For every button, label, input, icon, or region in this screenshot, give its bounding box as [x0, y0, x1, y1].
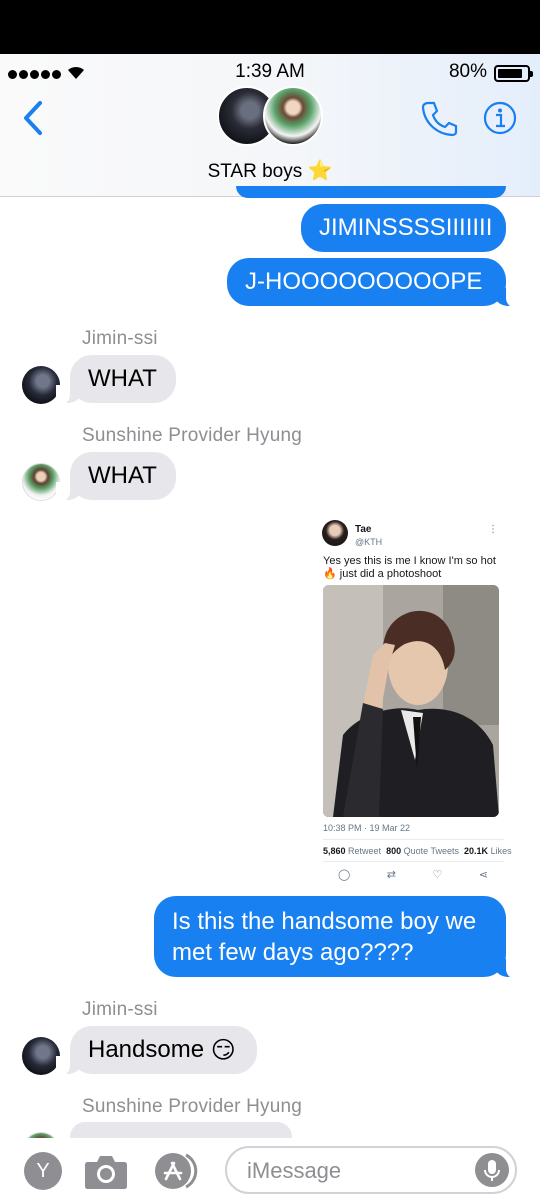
group-name[interactable]: STAR boys ⭐ [0, 158, 540, 183]
message-text: JIMINSSSSIIIIIII [319, 214, 493, 241]
like-count: 20.1K [464, 846, 489, 856]
conversation-header: 1:39 AM 80% STAR boys ⭐ [0, 54, 540, 197]
retweet-count: 5,860 [323, 846, 346, 856]
sender-name: Jimin-ssi [82, 328, 158, 349]
retweet-label: Retweet [348, 846, 382, 856]
sender-name: Jimin-ssi [82, 999, 158, 1020]
message-bubble-incoming: WHAT [56, 452, 176, 502]
message-text-line: met few days ago???? [172, 938, 414, 966]
microphone-glyph [484, 1160, 500, 1181]
tweet-text-line: just did a photoshoot [339, 568, 442, 580]
star-icon: ⭐ [307, 160, 333, 182]
tweet-text: Yes yes this is me I know I'm so hot 🔥 j… [323, 555, 508, 581]
tweet-photo [323, 585, 499, 817]
share-icon: ⋖ [478, 869, 488, 881]
message-bubble-partial [236, 186, 506, 198]
like-label: Likes [490, 846, 512, 856]
avatar [263, 86, 323, 146]
status-bar: 1:39 AM 80% [0, 58, 540, 88]
app-store-icon[interactable] [154, 1152, 202, 1190]
tweet-text-line: Yes yes this is me I know I'm so hot [323, 555, 496, 567]
retweet-icon: ⇄ [386, 869, 396, 881]
message-text-line: Is this the handsome boy we [172, 907, 477, 935]
top-black-bar [0, 0, 540, 54]
group-name-label: STAR boys [207, 161, 303, 182]
battery-icon [494, 65, 533, 82]
message-bubble-incoming: Handsome 😏 [56, 1026, 257, 1076]
app-y-button[interactable]: Y [24, 1152, 62, 1190]
sender-name: Sunshine Provider Hyung [82, 1096, 303, 1117]
message-bubble-incoming: WHAT [56, 355, 176, 405]
battery-percentage: 80% [448, 61, 487, 82]
tweet-author-handle: @KTH [355, 537, 383, 547]
quote-count: 800 [386, 846, 402, 856]
group-avatars[interactable] [217, 86, 325, 148]
avatar[interactable] [22, 366, 60, 404]
tweet-actions: ◯ ⇄ ♡ ⋖ [338, 868, 488, 881]
back-chevron-icon[interactable] [20, 100, 46, 136]
tweet-stats: 5,860 Retweet 800 Quote Tweets 20.1K Lik… [323, 846, 512, 856]
input-placeholder: iMessage [247, 1158, 342, 1183]
fire-emoji-icon: 🔥 [323, 568, 337, 580]
message-text: Handsome [88, 1036, 205, 1063]
quote-label: Quote Tweets [403, 846, 460, 856]
message-bubble-outgoing: JIMINSSSSIIIIIII [301, 204, 506, 252]
tweet-photo-illustration [323, 585, 499, 817]
avatar[interactable] [22, 1037, 60, 1075]
avatar[interactable] [22, 463, 60, 501]
message-bubble-outgoing: Is this the handsome boy we met few days… [154, 896, 520, 979]
tweet-screenshot-image[interactable]: Tae @KTH ⋮ Yes yes this is me I know I'm… [314, 512, 512, 890]
tweet-author-name: Tae [355, 524, 372, 535]
imessage-input[interactable]: iMessage [225, 1146, 517, 1194]
reply-icon: ◯ [338, 869, 351, 881]
divider [323, 861, 504, 862]
phone-icon[interactable] [420, 100, 458, 138]
message-text: WHAT [88, 365, 157, 392]
message-text: WHAT [88, 462, 157, 489]
more-options-icon: ⋮ [488, 524, 498, 535]
smirk-emoji-icon: 😏 [210, 1036, 236, 1064]
divider [323, 839, 504, 840]
tweet-avatar [322, 520, 348, 546]
like-icon: ♡ [432, 869, 443, 881]
message-bubble-outgoing: J-HOOOOOOOOOPE [227, 258, 520, 308]
sender-name: Sunshine Provider Hyung [82, 425, 303, 446]
camera-icon[interactable] [84, 1152, 128, 1190]
message-text: J-HOOOOOOOOOPE [245, 268, 483, 295]
tweet-timestamp: 10:38 PM · 19 Mar 22 [323, 823, 411, 833]
message-composer: Y iMessage [0, 1138, 540, 1200]
microphone-icon[interactable] [475, 1153, 509, 1187]
info-icon[interactable] [483, 101, 517, 135]
